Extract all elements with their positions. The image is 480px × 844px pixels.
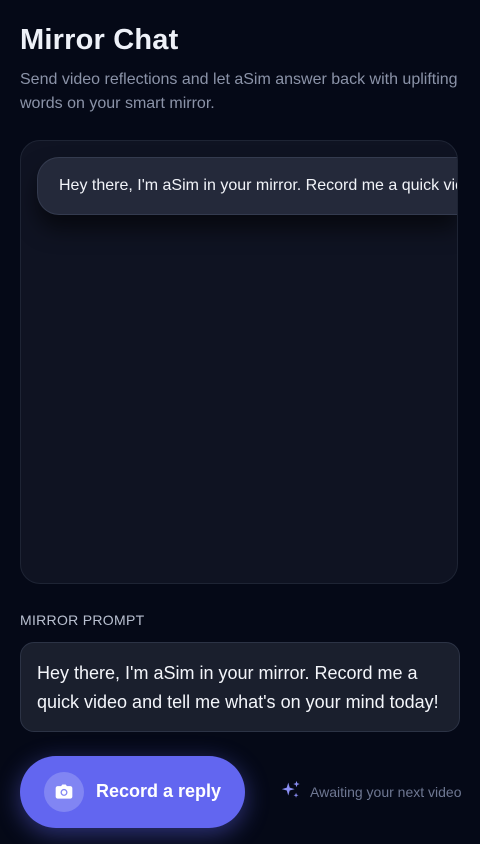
record-reply-button[interactable]: Record a reply — [20, 756, 245, 828]
chat-panel[interactable]: Hey there, I'm aSim in your mirror. Reco… — [20, 140, 458, 584]
record-reply-label: Record a reply — [96, 781, 222, 801]
mirror-prompt-box: Hey there, I'm aSim in your mirror. Reco… — [20, 642, 460, 732]
status-indicator: Awaiting your next video — [280, 780, 462, 804]
page-subtitle: Send video reflections and let aSim answ… — [20, 71, 458, 112]
page-title: Mirror Chat — [20, 24, 179, 56]
mirror-prompt-text: Hey there, I'm aSim in your mirror. Reco… — [37, 663, 439, 712]
assistant-message-text: Hey there, I'm aSim in your mirror. Reco… — [59, 177, 457, 194]
mirror-prompt-label: MIRROR PROMPT — [20, 612, 145, 628]
camera-icon — [44, 772, 84, 812]
assistant-message-bubble: Hey there, I'm aSim in your mirror. Reco… — [37, 157, 457, 215]
status-text: Awaiting your next video — [310, 784, 462, 800]
mirror-chat-screen: Mirror Chat Send video reflections and l… — [0, 0, 480, 844]
sparkles-icon — [280, 779, 302, 806]
